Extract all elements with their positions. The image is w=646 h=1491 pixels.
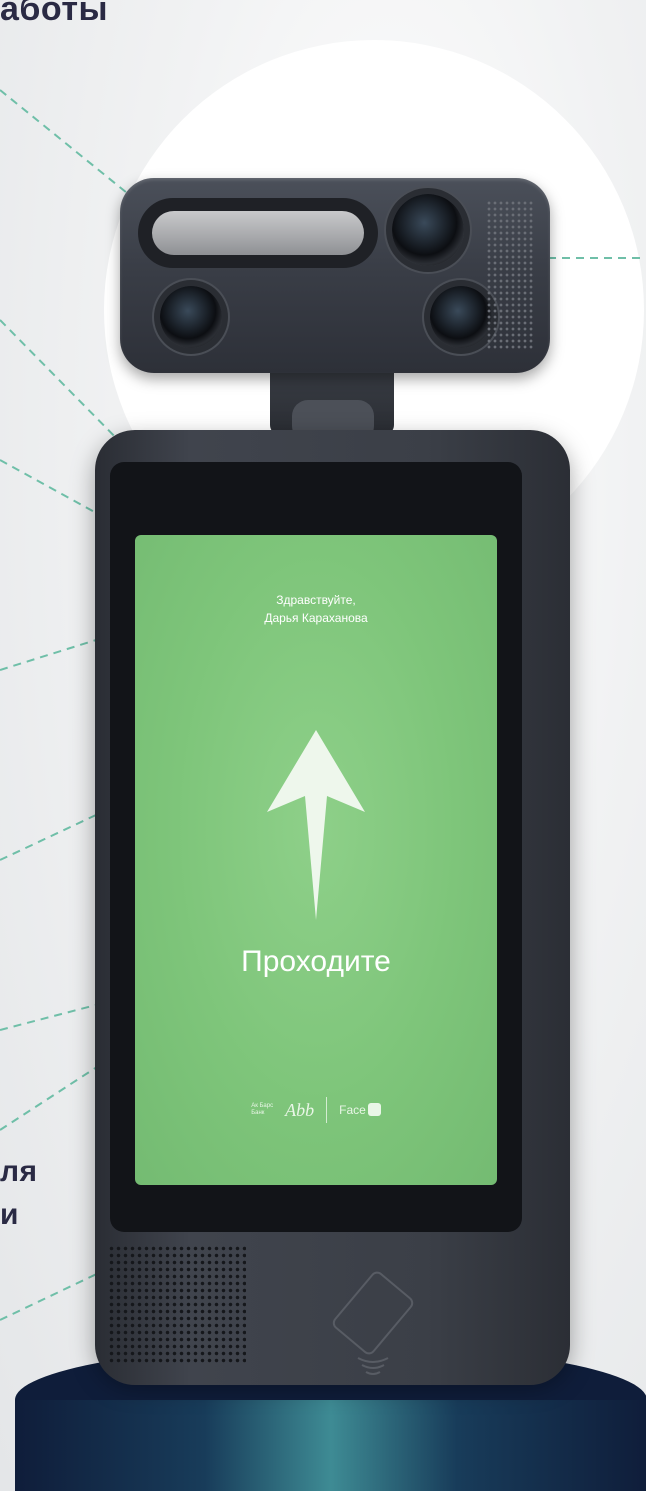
camera-lens-icon [392,194,464,266]
brand-logos: Ак Барс Банк Abb Face [135,1095,497,1125]
access-status-text: Проходите [241,945,391,978]
leader-line-screen [0,639,97,671]
greeting-text: Здравствуйте, [276,593,356,607]
leader-line-speaker [0,1269,106,1321]
leader-line-edge [0,1064,101,1131]
ir-sensor-glass [152,211,364,255]
product-showcase: аботы ля и Здравствуйте, Дарья Караханов… [0,0,646,1491]
bank-logo-small-text: Ак Барс Банк [251,1103,274,1116]
pedestal-base [15,1400,646,1491]
camera-module [120,178,550,373]
bank-logo-mark: Abb [285,1099,315,1120]
speaker-grille [108,1245,246,1365]
leader-line-camera [0,319,129,451]
camera-lens-icon [430,286,492,348]
logo-divider [326,1097,328,1123]
greeting-name: Дарья Караханова [264,611,368,625]
leader-line-side [0,1004,97,1031]
face-logo-badge-icon [367,1103,381,1116]
face-logo: Face [339,1101,381,1119]
ir-sensor-window [138,198,378,268]
card-reader-icon [332,1271,414,1375]
arrow-up-icon [267,730,365,920]
camera-grille [486,200,534,350]
leader-line-frame [0,459,101,516]
terminal-screen: Здравствуйте, Дарья Караханова Проходите… [135,535,497,1185]
camera-lens-icon [160,286,222,348]
leader-line-body [0,814,97,861]
